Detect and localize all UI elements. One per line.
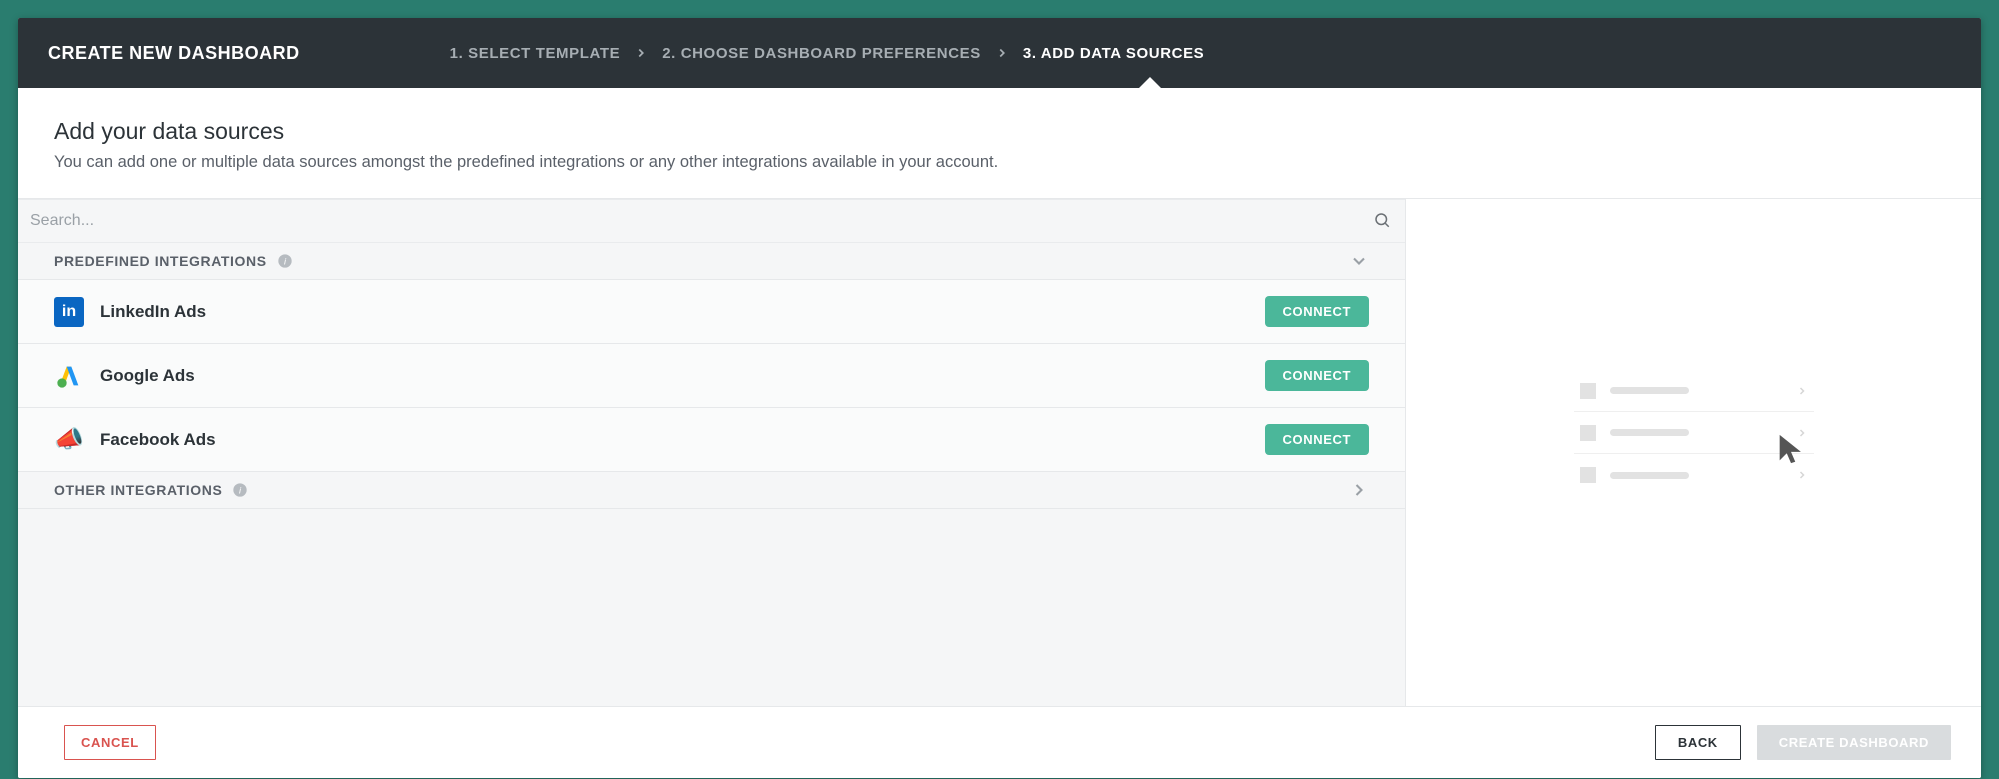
linkedin-icon: in: [54, 297, 84, 327]
intro-title: Add your data sources: [54, 118, 1945, 145]
megaphone-icon: 📣: [54, 425, 84, 455]
integration-row-facebook: 📣 Facebook Ads CONNECT: [18, 408, 1405, 472]
connect-button-linkedin[interactable]: CONNECT: [1265, 296, 1369, 327]
placeholder-illustration: [1574, 370, 1814, 535]
wizard-step-3[interactable]: 3. ADD DATA SOURCES: [1023, 45, 1204, 62]
back-button[interactable]: BACK: [1655, 725, 1741, 760]
chevron-right-icon: [634, 46, 648, 60]
content-row: PREDEFINED INTEGRATIONS i in LinkedIn Ad…: [18, 199, 1981, 707]
integration-name-google: Google Ads: [100, 366, 195, 386]
placeholder-row: [1574, 370, 1814, 412]
chevron-right-icon: [995, 46, 1009, 60]
search-input[interactable]: [18, 199, 1405, 243]
integrations-list: PREDEFINED INTEGRATIONS i in LinkedIn Ad…: [18, 243, 1405, 706]
integration-name-linkedin: LinkedIn Ads: [100, 302, 206, 322]
create-dashboard-button[interactable]: CREATE DASHBOARD: [1757, 725, 1951, 760]
connect-button-facebook[interactable]: CONNECT: [1265, 424, 1369, 455]
wizard-step-2[interactable]: 2. CHOOSE DASHBOARD PREFERENCES: [662, 45, 981, 62]
chevron-down-icon: [1349, 251, 1369, 271]
integration-name-facebook: Facebook Ads: [100, 430, 216, 450]
search-icon: [1373, 211, 1391, 229]
integration-row-linkedin: in LinkedIn Ads CONNECT: [18, 280, 1405, 344]
wizard-steps: 1. SELECT TEMPLATE 2. CHOOSE DASHBOARD P…: [450, 45, 1205, 62]
intro-section: Add your data sources You can add one or…: [18, 88, 1981, 199]
section-other-label: OTHER INTEGRATIONS: [54, 482, 222, 498]
modal-body: Add your data sources You can add one or…: [18, 88, 1981, 707]
connect-button-google[interactable]: CONNECT: [1265, 360, 1369, 391]
integration-row-google: Google Ads CONNECT: [18, 344, 1405, 408]
modal-title: CREATE NEW DASHBOARD: [48, 43, 300, 64]
section-predefined-header[interactable]: PREDEFINED INTEGRATIONS i: [18, 243, 1405, 280]
modal-header: CREATE NEW DASHBOARD 1. SELECT TEMPLATE …: [18, 18, 1981, 88]
section-other-header[interactable]: OTHER INTEGRATIONS i: [18, 472, 1405, 509]
cancel-button[interactable]: CANCEL: [64, 725, 156, 760]
modal-footer: CANCEL BACK CREATE DASHBOARD: [18, 707, 1981, 778]
cursor-icon: [1774, 432, 1982, 471]
wizard-step-1[interactable]: 1. SELECT TEMPLATE: [450, 45, 621, 62]
intro-subtitle: You can add one or multiple data sources…: [54, 153, 1945, 172]
wizard-active-caret: [1138, 77, 1162, 89]
section-predefined-label: PREDEFINED INTEGRATIONS: [54, 253, 267, 269]
chevron-right-icon: [1349, 480, 1369, 500]
search-wrapper: [18, 199, 1405, 243]
chevron-right-icon: [1796, 385, 1808, 397]
google-ads-icon: [54, 361, 84, 391]
placeholder-column: [1406, 199, 1981, 706]
info-icon[interactable]: i: [232, 482, 248, 498]
integrations-column: PREDEFINED INTEGRATIONS i in LinkedIn Ad…: [18, 199, 1406, 706]
create-dashboard-modal: CREATE NEW DASHBOARD 1. SELECT TEMPLATE …: [18, 18, 1981, 778]
info-icon[interactable]: i: [277, 253, 293, 269]
